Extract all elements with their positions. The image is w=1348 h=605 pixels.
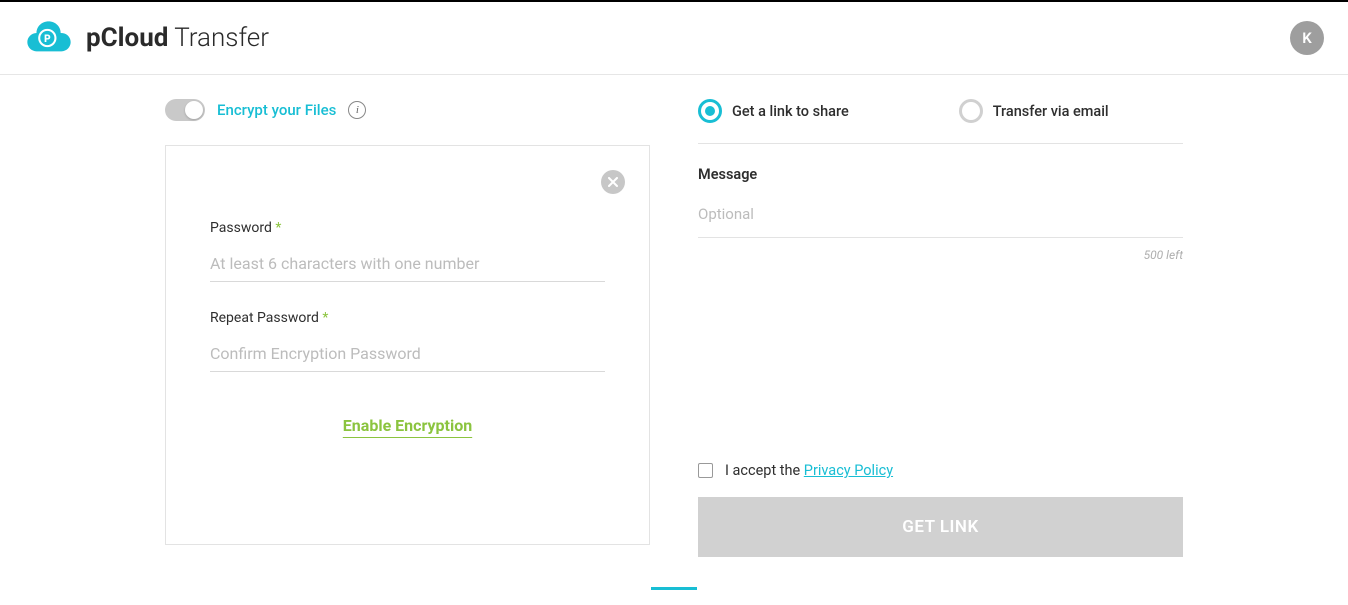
transfer-mode-row: Get a link to share Transfer via email	[698, 99, 1183, 144]
brand[interactable]: P pCloud Transfer	[24, 18, 269, 58]
privacy-policy-link[interactable]: Privacy Policy	[804, 462, 893, 479]
footer-indicator	[149, 597, 1199, 605]
radio-unselected-icon	[959, 99, 983, 123]
option-link-label: Get a link to share	[732, 103, 849, 120]
required-marker: *	[322, 310, 328, 326]
privacy-text: I accept the Privacy Policy	[725, 462, 893, 479]
active-tab-indicator	[651, 587, 697, 590]
password-input[interactable]	[210, 246, 605, 282]
privacy-accept-row: I accept the Privacy Policy	[698, 462, 1183, 479]
main-content: Encrypt your Files i Password * Repeat P…	[149, 75, 1199, 597]
brand-text: pCloud Transfer	[86, 23, 269, 53]
encrypt-panel: Password * Repeat Password * Enable Encr…	[165, 145, 650, 545]
chars-remaining: 500 left	[698, 248, 1183, 262]
top-bar: P pCloud Transfer K	[0, 0, 1348, 75]
message-section: Message 500 left	[698, 166, 1183, 262]
password-label: Password *	[210, 220, 605, 236]
radio-selected-icon	[698, 99, 722, 123]
enable-encryption-button[interactable]: Enable Encryption	[343, 416, 472, 435]
encrypt-label: Encrypt your Files	[217, 101, 336, 119]
toggle-knob	[185, 101, 203, 119]
privacy-checkbox[interactable]	[698, 463, 713, 478]
required-marker: *	[275, 220, 281, 236]
encrypt-toggle-row: Encrypt your Files i	[165, 99, 650, 121]
svg-text:P: P	[44, 34, 51, 45]
option-email[interactable]: Transfer via email	[959, 99, 1109, 123]
option-link[interactable]: Get a link to share	[698, 99, 849, 123]
user-avatar[interactable]: K	[1290, 21, 1324, 55]
repeat-password-input[interactable]	[210, 336, 605, 372]
right-column: Get a link to share Transfer via email M…	[698, 99, 1183, 557]
password-field: Password *	[210, 220, 605, 282]
left-column: Encrypt your Files i Password * Repeat P…	[165, 99, 650, 557]
option-email-label: Transfer via email	[993, 103, 1109, 120]
repeat-password-field: Repeat Password *	[210, 310, 605, 372]
submit-section: I accept the Privacy Policy GET LINK	[698, 462, 1183, 557]
get-link-button[interactable]: GET LINK	[698, 497, 1183, 557]
info-icon[interactable]: i	[348, 101, 366, 119]
close-icon[interactable]	[601, 170, 625, 194]
pcloud-logo-icon: P	[24, 18, 74, 58]
encrypt-toggle[interactable]	[165, 99, 205, 121]
message-input[interactable]	[698, 199, 1183, 238]
message-label: Message	[698, 166, 1183, 183]
repeat-password-label: Repeat Password *	[210, 310, 605, 326]
